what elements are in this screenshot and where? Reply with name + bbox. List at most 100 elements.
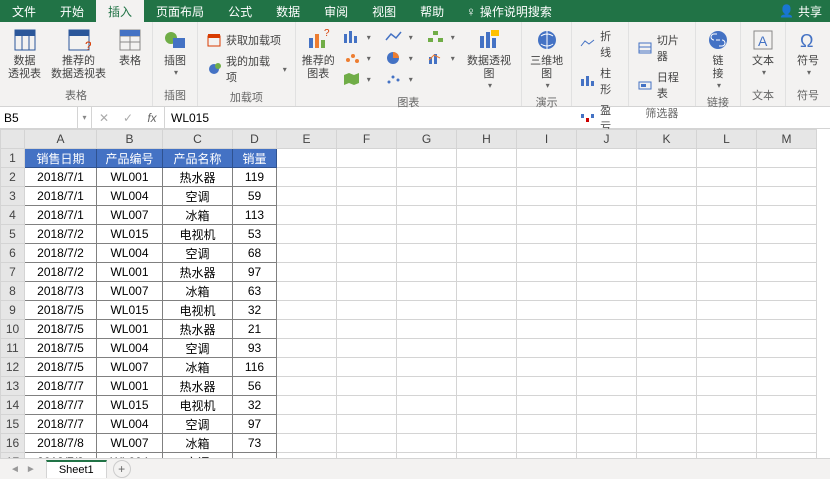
chart-column-button[interactable]: ▾ (339, 28, 375, 46)
cell[interactable]: 2018/7/5 (25, 301, 97, 320)
symbol-button[interactable]: Ω 符号 ▾ (790, 24, 826, 79)
cell[interactable] (637, 301, 697, 320)
cell[interactable]: 68 (233, 244, 277, 263)
cell[interactable]: 冰箱 (163, 282, 233, 301)
cell[interactable] (337, 301, 397, 320)
cell[interactable] (757, 149, 817, 168)
cell[interactable]: 113 (233, 206, 277, 225)
cell[interactable] (577, 263, 637, 282)
cell[interactable]: 冰箱 (163, 358, 233, 377)
cell[interactable] (757, 187, 817, 206)
tab-help[interactable]: 帮助 (408, 0, 456, 22)
cell[interactable] (397, 244, 457, 263)
cell[interactable] (277, 149, 337, 168)
cell[interactable]: 2018/7/1 (25, 187, 97, 206)
cell[interactable] (457, 396, 517, 415)
column-header[interactable]: M (757, 130, 817, 149)
cell[interactable] (457, 320, 517, 339)
enter-formula-button[interactable]: ✓ (116, 111, 140, 125)
cell[interactable]: 63 (233, 282, 277, 301)
cell[interactable]: 2018/7/8 (25, 434, 97, 453)
cell[interactable] (277, 168, 337, 187)
tab-file[interactable]: 文件 (0, 0, 48, 22)
data-header-cell[interactable]: 销量 (233, 149, 277, 168)
name-box-dropdown[interactable]: ▾ (78, 107, 92, 128)
cell[interactable]: 56 (233, 377, 277, 396)
cell[interactable]: 2018/7/5 (25, 320, 97, 339)
cell[interactable]: 热水器 (163, 377, 233, 396)
data-header-cell[interactable]: 销售日期 (25, 149, 97, 168)
sparkline-line-button[interactable]: 折线 (576, 26, 624, 62)
cell[interactable] (577, 206, 637, 225)
cell[interactable]: 2018/7/2 (25, 244, 97, 263)
cell[interactable] (457, 187, 517, 206)
tab-review[interactable]: 审阅 (312, 0, 360, 22)
chart-hier-button[interactable]: ▾ (423, 28, 459, 46)
data-header-cell[interactable]: 产品编号 (97, 149, 163, 168)
cell[interactable] (457, 168, 517, 187)
cell[interactable] (577, 377, 637, 396)
cell[interactable] (277, 415, 337, 434)
cell[interactable] (277, 434, 337, 453)
cell[interactable] (517, 415, 577, 434)
cell[interactable]: 2018/7/1 (25, 168, 97, 187)
cell[interactable] (277, 377, 337, 396)
cell[interactable] (517, 149, 577, 168)
cell[interactable] (277, 339, 337, 358)
cell[interactable] (697, 434, 757, 453)
column-header[interactable]: H (457, 130, 517, 149)
cell[interactable] (637, 377, 697, 396)
cell[interactable] (697, 282, 757, 301)
cell[interactable] (517, 168, 577, 187)
column-header[interactable]: D (233, 130, 277, 149)
cell[interactable] (757, 320, 817, 339)
cell[interactable] (637, 339, 697, 358)
tab-layout[interactable]: 页面布局 (144, 0, 216, 22)
pivot-table-button[interactable]: 数据 透视表 (4, 24, 45, 83)
cell[interactable]: 2018/7/7 (25, 415, 97, 434)
cell[interactable] (757, 168, 817, 187)
cell[interactable] (757, 282, 817, 301)
chart-line-button[interactable]: ▾ (381, 28, 417, 46)
column-header[interactable]: A (25, 130, 97, 149)
cell[interactable] (397, 415, 457, 434)
cell[interactable]: 97 (233, 263, 277, 282)
cell[interactable]: 电视机 (163, 225, 233, 244)
cell[interactable] (397, 168, 457, 187)
tab-view[interactable]: 视图 (360, 0, 408, 22)
cell[interactable] (517, 434, 577, 453)
cell[interactable] (397, 149, 457, 168)
tab-formulas[interactable]: 公式 (216, 0, 264, 22)
column-header[interactable]: J (577, 130, 637, 149)
cell[interactable] (397, 320, 457, 339)
illustrations-button[interactable]: 插图 ▾ (157, 24, 193, 79)
cell[interactable]: WL004 (97, 415, 163, 434)
select-all-corner[interactable] (1, 130, 25, 149)
chart-combo-button[interactable]: ▾ (423, 49, 459, 67)
cell[interactable] (637, 263, 697, 282)
cell[interactable] (637, 358, 697, 377)
cell[interactable] (517, 206, 577, 225)
row-header[interactable]: 6 (1, 244, 25, 263)
cell[interactable] (337, 187, 397, 206)
cell[interactable] (757, 358, 817, 377)
tell-me-search[interactable]: ♀ 操作说明搜索 (456, 3, 562, 20)
cell[interactable]: 2018/7/2 (25, 225, 97, 244)
cell[interactable] (697, 396, 757, 415)
row-header[interactable]: 10 (1, 320, 25, 339)
cell[interactable]: 热水器 (163, 320, 233, 339)
worksheet-grid[interactable]: ABCDEFGHIJKLM 1销售日期产品编号产品名称销量22018/7/1WL… (0, 129, 830, 479)
cell[interactable] (697, 377, 757, 396)
row-header[interactable]: 11 (1, 339, 25, 358)
cell[interactable] (577, 396, 637, 415)
cell[interactable]: WL001 (97, 320, 163, 339)
cell[interactable] (517, 320, 577, 339)
cell[interactable]: WL007 (97, 434, 163, 453)
cell[interactable] (517, 225, 577, 244)
cell[interactable] (397, 282, 457, 301)
cell[interactable]: 73 (233, 434, 277, 453)
cell[interactable] (397, 263, 457, 282)
cell[interactable] (577, 149, 637, 168)
cell[interactable] (457, 301, 517, 320)
cell[interactable] (577, 225, 637, 244)
